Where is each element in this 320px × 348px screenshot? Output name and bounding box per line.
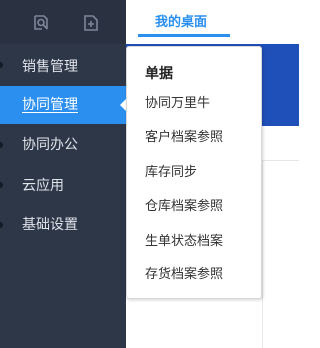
sidebar-item-label: 基础设置 [22, 217, 78, 233]
sidebar-item-label: 协同办公 [22, 137, 78, 153]
content-column-divider [262, 160, 263, 348]
submenu-item-order-status-archive[interactable]: 生单状态档案 [145, 233, 223, 251]
submenu-item-warehouse-archive[interactable]: 仓库档案参照 [145, 198, 223, 216]
submenu-title: 单据 [145, 66, 173, 82]
tab-my-desktop[interactable]: 我的桌面 [132, 14, 230, 32]
sidebar-item-label: 协同管理 [22, 97, 78, 113]
submenu-item-inventory-sync[interactable]: 库存同步 [145, 164, 197, 182]
submenu-item-customer-archive[interactable]: 客户档案参照 [145, 129, 223, 147]
submenu-flyout: 单据 协同万里牛 客户档案参照 库存同步 仓库档案参照 生单状态档案 存货档案参… [126, 46, 262, 299]
add-document-icon[interactable] [82, 14, 100, 32]
sidebar-item-office[interactable]: 协同办公 [0, 126, 126, 164]
sidebar: 销售管理 协同管理 协同办公 云应用 基础设置 [0, 0, 127, 348]
sidebar-item-label: 云应用 [22, 178, 64, 194]
search-settings-icon[interactable] [32, 14, 50, 32]
sidebar-item-basic-settings[interactable]: 基础设置 [0, 206, 126, 244]
sidebar-toolbar [0, 0, 126, 44]
sidebar-item-label: 销售管理 [22, 59, 78, 75]
sidebar-item-collaboration[interactable]: 协同管理 [0, 86, 127, 124]
active-tab-indicator [138, 34, 230, 37]
submenu-item-stock-archive[interactable]: 存货档案参照 [145, 266, 223, 284]
sidebar-item-sales[interactable]: 销售管理 [0, 48, 126, 86]
submenu-item-wanliniu[interactable]: 协同万里牛 [145, 95, 210, 113]
sidebar-item-cloud-apps[interactable]: 云应用 [0, 167, 126, 205]
